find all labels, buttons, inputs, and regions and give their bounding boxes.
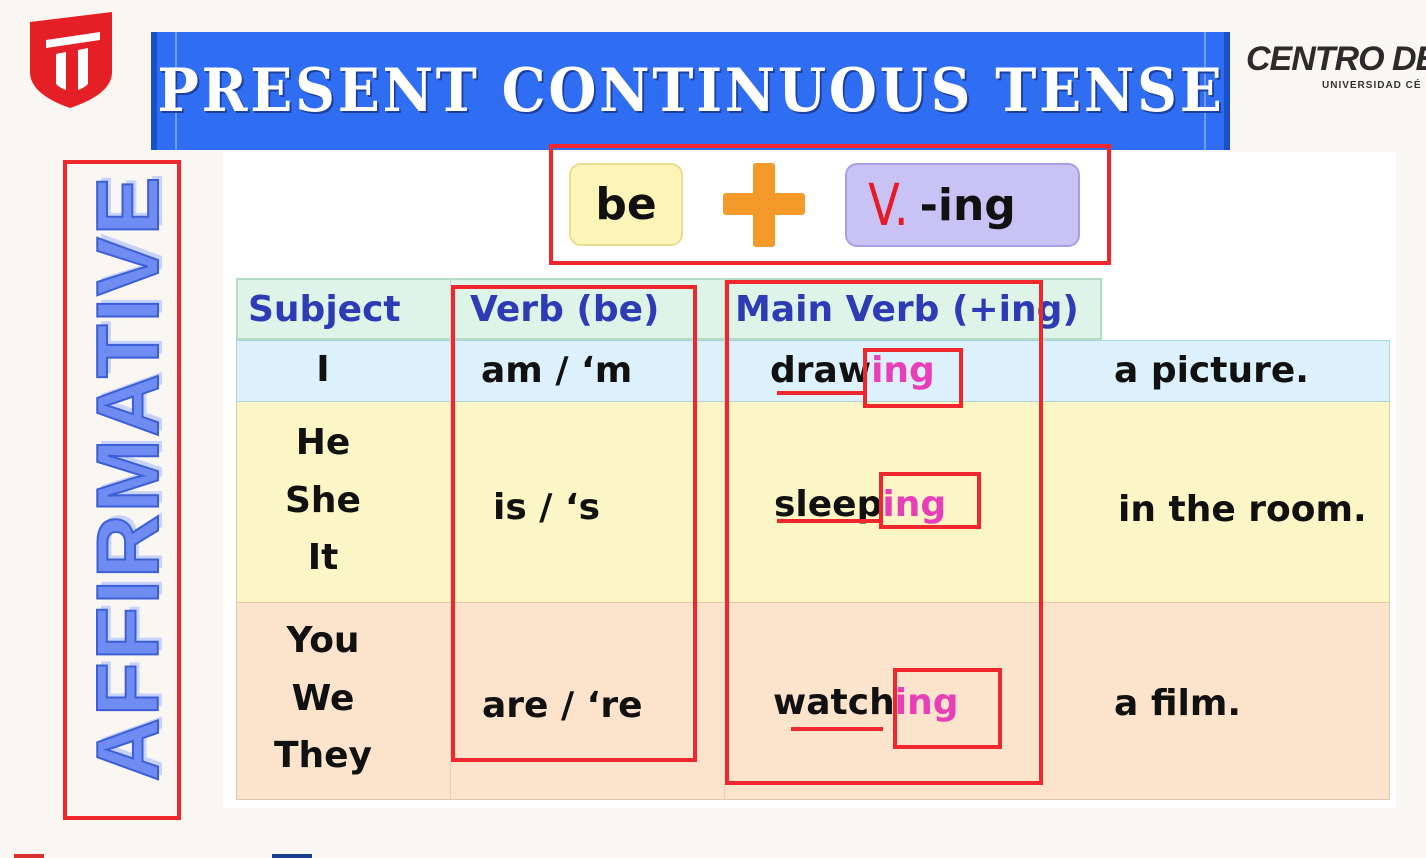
- complement-cell: a film.: [1114, 683, 1242, 724]
- stem-underline: [777, 519, 881, 523]
- ing-annotation-box: [879, 472, 981, 529]
- brand-subtitle: UNIVERSIDAD CÉ: [1322, 80, 1422, 91]
- formula-annotation-box: [549, 144, 1111, 265]
- subject-cell: It: [307, 537, 339, 578]
- brand-name: CENTRO DE: [1246, 40, 1426, 78]
- subject-cell: They: [273, 735, 373, 776]
- ing-annotation-box: [863, 348, 963, 408]
- subject-cell: I: [316, 349, 330, 390]
- university-shield-icon: [30, 12, 112, 108]
- complement-cell: in the room.: [1118, 489, 1367, 530]
- footer-logos: [0, 848, 460, 858]
- complement-cell: a picture.: [1114, 350, 1309, 391]
- ing-annotation-box: [893, 668, 1002, 749]
- subject-cell: You: [286, 620, 360, 661]
- side-label: AFFIRMATIVE: [77, 174, 178, 783]
- subject-cell: We: [291, 678, 355, 719]
- title-banner: PRESENT CONTINUOUS TENSE: [151, 32, 1230, 150]
- subject-cell: He: [295, 422, 351, 463]
- page-title: PRESENT CONTINUOUS TENSE: [156, 56, 1225, 126]
- brand-logo: CENTRO DE UNIVERSIDAD CÉ: [1246, 40, 1426, 100]
- stem-underline: [791, 727, 883, 731]
- be-column-annotation-box: [451, 285, 697, 762]
- stem-underline: [777, 391, 865, 395]
- header-subject: Subject: [248, 288, 401, 330]
- subject-cell: She: [285, 480, 361, 521]
